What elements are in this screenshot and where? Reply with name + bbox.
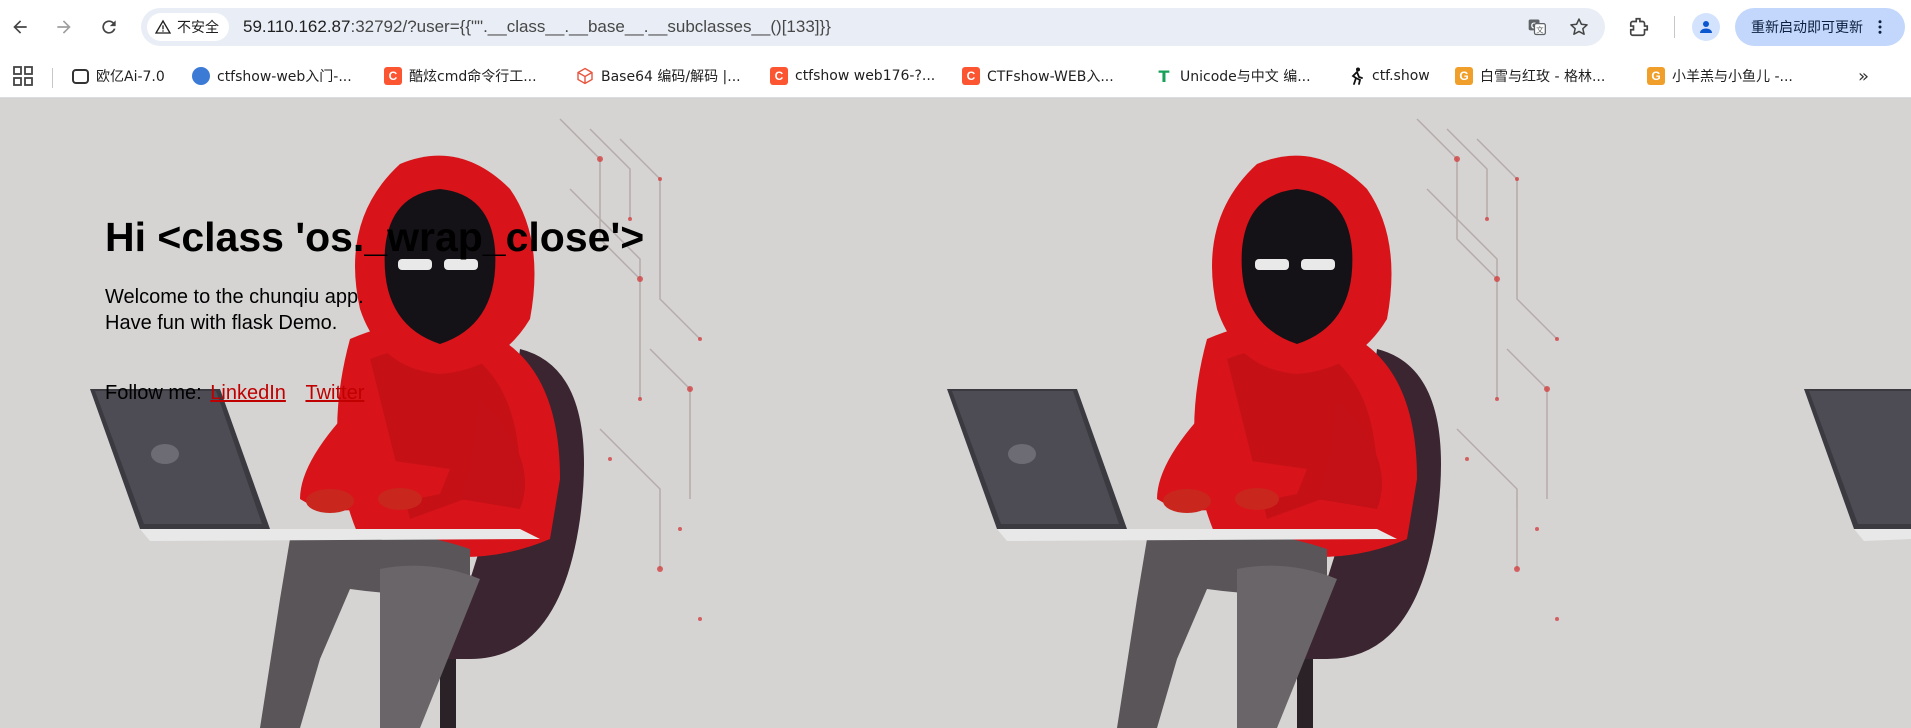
star-icon[interactable] [1569,17,1589,37]
bookmark-item[interactable]: ctf.show [1347,62,1430,90]
profile-icon[interactable] [1692,13,1720,41]
g-icon: G [1647,67,1665,85]
bookmark-item[interactable]: ctfshow-web入门-... [192,62,352,90]
bookmark-item[interactable]: G 白雪与红玫 - 格林... [1455,62,1605,90]
reload-icon [102,20,116,34]
apps-grid-icon[interactable] [12,65,34,87]
more-vert-icon [1878,20,1882,34]
update-label: 重新启动即可更新 [1751,20,1863,36]
forward-button[interactable] [48,11,80,43]
page-viewport: Hi <class 'os._wrap_close'> Welcome to t… [0,99,1911,728]
chevron-more-icon[interactable]: » [1858,66,1869,87]
back-icon [13,20,27,34]
bookmark-item[interactable]: T Unicode与中文 编... [1155,62,1311,90]
follow-line: Follow me: LinkedIn Twitter [105,382,364,405]
update-button[interactable]: 重新启动即可更新 [1735,8,1905,46]
bookmark-item[interactable]: Base64 编码/解码 |... [576,62,741,90]
bookmark-label: Base64 编码/解码 |... [601,69,741,85]
bookmark-item[interactable]: C 酷炫cmd命令行工... [384,62,537,90]
security-label: 不安全 [177,20,219,36]
hacker-background-image [947,118,1559,728]
url-path: :32792/?user={{"".__class__.__base__.__s… [350,17,831,36]
globe-icon [192,67,210,85]
bookmark-item[interactable]: C ctfshow web176-?... [770,62,935,90]
runner-icon [1347,67,1365,85]
bookmark-label: Unicode与中文 编... [1180,69,1311,85]
bookmark-item[interactable]: 欧亿Ai-7.0 [72,62,165,90]
toolbar-divider [1674,16,1675,38]
welcome-line: Welcome to the chunqiu app. [105,286,364,308]
bookmark-label: ctfshow-web入门-... [217,69,352,85]
csdn-icon: C [770,67,788,85]
bookmark-label: ctf.show [1372,68,1430,84]
follow-label: Follow me: [105,382,202,404]
address-bar[interactable]: 不安全 59.110.162.87:32792/?user={{"".__cla… [141,8,1605,46]
url-text[interactable]: 59.110.162.87:32792/?user={{"".__class__… [243,17,831,37]
svg-text:文: 文 [1536,24,1544,34]
extensions-icon[interactable] [1627,15,1651,39]
reload-button[interactable] [93,11,125,43]
bookmark-item[interactable]: G 小羊羔与小鱼儿 -... [1647,62,1793,90]
page-content: Hi <class 'os._wrap_close'> Welcome to t… [105,213,644,336]
hacker-background-image [1804,389,1911,541]
cube-icon [576,67,594,85]
bookmarks-divider [52,68,53,88]
welcome-text: Welcome to the chunqiu app. Have fun wit… [105,284,644,336]
csdn-icon: C [962,67,980,85]
url-host: 59.110.162.87 [243,17,351,36]
browser-toolbar: 不安全 59.110.162.87:32792/?user={{"".__cla… [0,0,1911,54]
hacker-background-image [90,118,702,728]
back-button[interactable] [4,11,36,43]
welcome-line: Have fun with flask Demo. [105,312,338,334]
warning-icon [155,19,171,34]
greeting-heading: Hi <class 'os._wrap_close'> [105,214,645,260]
tee-icon: T [1158,66,1170,86]
forward-icon [57,20,71,34]
translate-icon[interactable]: G文 [1527,17,1547,37]
bookmark-label: 酷炫cmd命令行工... [409,69,537,85]
g-icon: G [1455,67,1473,85]
twitter-link[interactable]: Twitter [305,382,364,404]
bookmark-label: CTFshow-WEB入... [987,69,1114,85]
csdn-icon: C [384,67,402,85]
ai-chat-icon [72,68,89,84]
bookmark-label: ctfshow web176-?... [795,68,936,84]
security-chip[interactable]: 不安全 [147,13,229,41]
bookmark-label: 小羊羔与小鱼儿 -... [1672,69,1793,85]
bookmarks-bar: 欧亿Ai-7.0 ctfshow-web入门-... C 酷炫cmd命令行工..… [0,54,1911,98]
bookmark-label: 白雪与红玫 - 格林... [1480,69,1606,85]
bookmark-label: 欧亿Ai-7.0 [96,69,165,85]
bookmark-item[interactable]: C CTFshow-WEB入... [962,62,1114,90]
linkedin-link[interactable]: LinkedIn [210,382,286,404]
